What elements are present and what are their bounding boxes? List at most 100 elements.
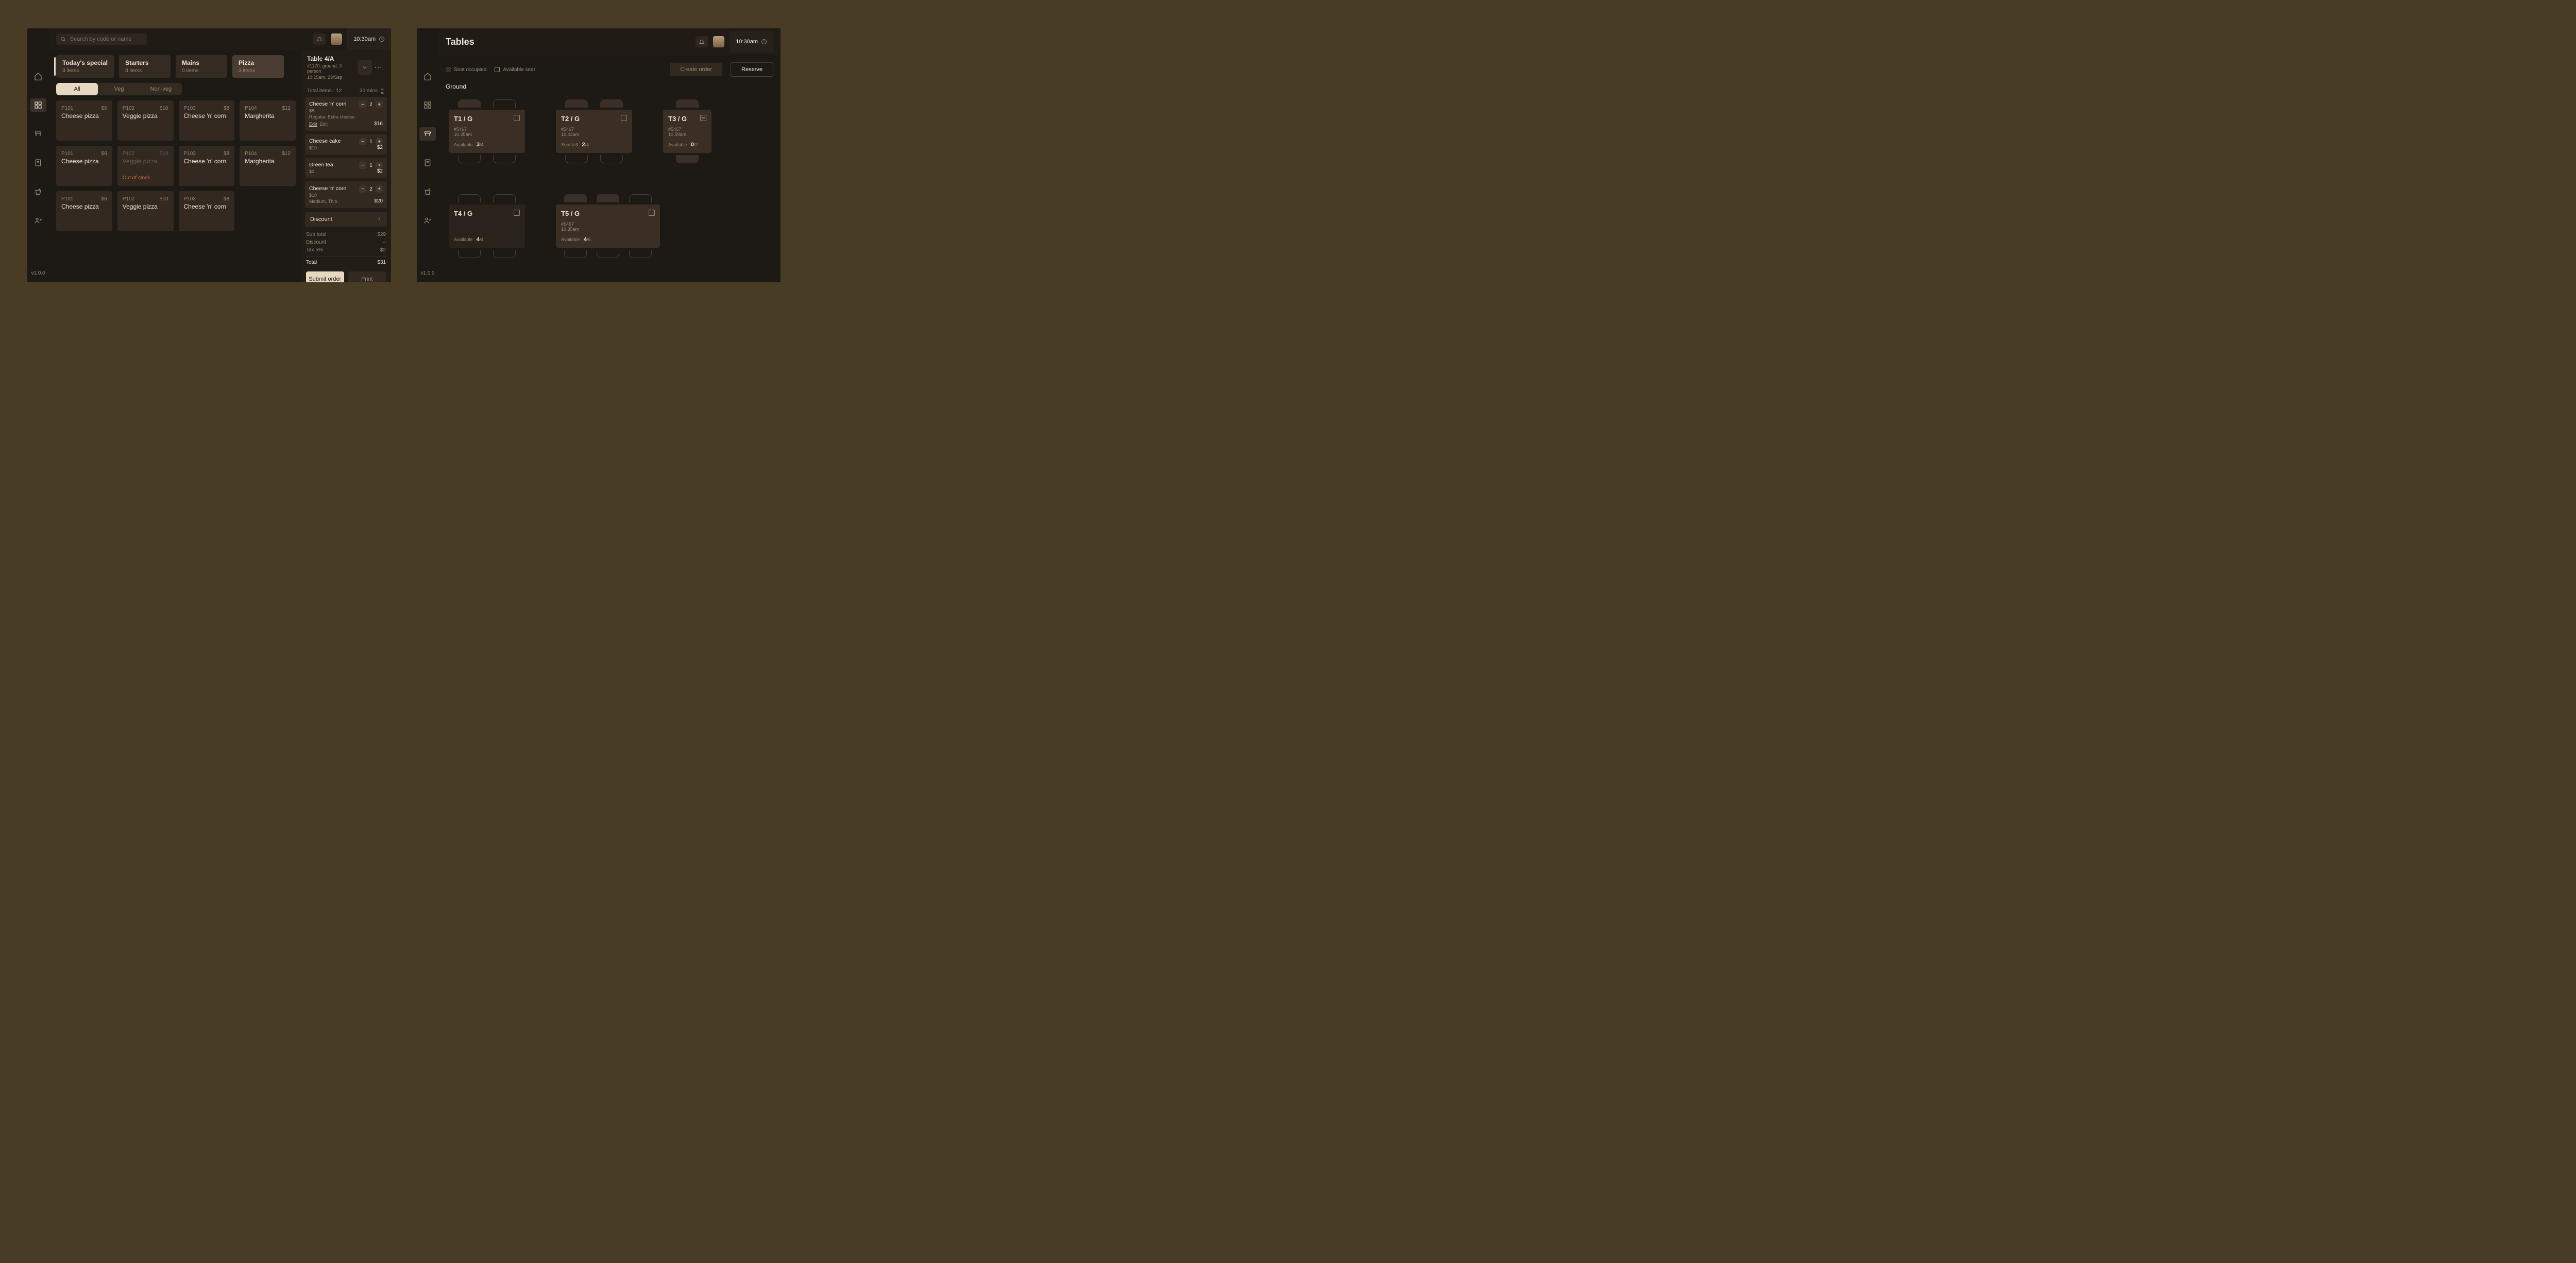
table-status: Available : 3/4 <box>454 142 484 148</box>
chair-icon <box>565 99 588 108</box>
table-status: Available : 4/6 <box>561 236 591 243</box>
nav-orders-icon[interactable] <box>30 156 46 169</box>
order-items: Cheese 'n' corn $8 Regular, Extra cheese… <box>301 97 391 208</box>
product-card[interactable]: P101 $6 Cheese pizza <box>56 100 112 141</box>
chair-icon <box>458 250 481 258</box>
avatar[interactable] <box>331 33 342 45</box>
qty-plus-button[interactable]: + <box>376 101 383 108</box>
table-name: T1 / G <box>454 115 520 123</box>
topbar: Tables 10:30am <box>438 28 781 55</box>
main-area: Tables 10:30am Seat occupied Available s… <box>438 28 781 282</box>
table-card[interactable]: T3 / G #5467 10.59am Available : 0/2 <box>663 110 711 153</box>
clock: 10:30am <box>347 28 391 50</box>
category-count: 3 items <box>62 68 108 74</box>
nav-staff-icon[interactable] <box>30 214 46 227</box>
qty-plus-button[interactable]: + <box>376 185 383 193</box>
create-order-button[interactable]: Create order <box>670 63 722 76</box>
product-card[interactable]: P103 $8 Cheese 'n' corn <box>179 146 235 186</box>
product-name: Cheese 'n' corn <box>184 203 230 210</box>
nav-home-icon[interactable] <box>419 70 436 83</box>
qty-minus-button[interactable]: − <box>359 162 366 169</box>
product-card[interactable]: P101 $6 Cheese pizza <box>56 146 112 186</box>
product-card[interactable]: P104 $12 Margherita <box>240 146 296 186</box>
notifications-button[interactable] <box>313 33 326 45</box>
search-box[interactable] <box>56 33 147 45</box>
edit-text[interactable]: Edit <box>320 122 328 127</box>
avatar[interactable] <box>713 36 724 47</box>
order-more-button[interactable]: ⋯ <box>372 62 385 73</box>
clock-time: 10:30am <box>736 39 758 45</box>
table-time: 10.59am <box>668 132 706 137</box>
nav-tables-icon[interactable] <box>419 127 436 141</box>
table-order-id: #5467 <box>668 127 706 132</box>
topbar: 10:30am <box>49 28 391 50</box>
order-item: Green tea $2 − 1 + $2 <box>305 158 387 178</box>
product-card[interactable]: P103 $8 Cheese 'n' corn <box>179 191 235 231</box>
category-tab[interactable]: Mains0 items <box>176 55 227 78</box>
print-button[interactable]: Print <box>348 271 386 282</box>
product-code: P103 <box>184 196 230 202</box>
product-code: P101 <box>61 106 107 111</box>
item-unit-price: $2 <box>309 169 383 174</box>
table-order-id: #5467 <box>454 127 520 132</box>
clock-time: 10:30am <box>353 36 376 42</box>
search-input[interactable] <box>69 36 143 43</box>
main-area: 10:30am Today's special3 itemsStarters3 … <box>49 28 391 282</box>
hourglass-icon <box>380 89 385 94</box>
chair-icon <box>458 99 481 108</box>
product-card[interactable]: P102 $10 Veggie pizza <box>117 191 174 231</box>
category-tab[interactable]: Pizza3 items <box>232 55 284 78</box>
product-card[interactable]: P103 $8 Cheese 'n' corn <box>179 100 235 141</box>
product-card[interactable]: P104 $12 Margherita <box>240 100 296 141</box>
item-line-total: $2 <box>377 145 383 150</box>
item-note: Medium, Thin <box>309 199 383 204</box>
nav-menu-icon[interactable] <box>30 98 46 112</box>
bell-icon <box>316 36 323 42</box>
product-price: $12 <box>282 106 291 111</box>
qty-minus-button[interactable]: − <box>359 101 366 108</box>
table[interactable]: T4 / G Available : 4/4 <box>449 194 525 258</box>
discount-row[interactable]: Discount <box>305 212 387 227</box>
table-card[interactable]: T1 / G #5467 10.35am Available : 3/4 <box>449 110 525 153</box>
table-card[interactable]: T2 / G #5467 10.42am Seat left : 2/4 <box>556 110 632 153</box>
bell-icon <box>699 39 705 45</box>
item-unit-price: $8 <box>309 108 383 113</box>
category-tab[interactable]: Starters3 items <box>119 55 171 78</box>
table[interactable]: T1 / G #5467 10.35am Available : 3/4 <box>449 99 525 163</box>
product-name: Cheese pizza <box>61 158 107 165</box>
qty-minus-button[interactable]: − <box>359 138 366 145</box>
nav-takeaway-icon[interactable] <box>419 185 436 198</box>
qty-plus-button[interactable]: + <box>376 138 383 145</box>
table-dropdown[interactable] <box>358 60 372 75</box>
table[interactable]: T2 / G #5467 10.42am Seat left : 2/4 <box>556 99 632 163</box>
reserve-button[interactable]: Reserve <box>731 62 773 77</box>
table[interactable]: T3 / G #5467 10.59am Available : 0/2 <box>663 99 711 163</box>
filter-all[interactable]: All <box>56 83 98 95</box>
nav-menu-icon[interactable] <box>419 98 436 112</box>
category-tab[interactable]: Today's special3 items <box>56 55 114 78</box>
category-title: Starters <box>125 59 164 66</box>
table[interactable]: T5 / G #5467 10.35am Available : 4/6 <box>556 194 660 258</box>
nav-orders-icon[interactable] <box>419 156 436 169</box>
submit-order-button[interactable]: Submit order <box>306 271 344 282</box>
product-card[interactable]: P102 $10 Veggie pizza <box>117 100 174 141</box>
table-card[interactable]: T5 / G #5467 10.35am Available : 4/6 <box>556 204 660 248</box>
product-name: Veggie pizza <box>123 203 168 210</box>
notifications-button[interactable] <box>696 36 708 47</box>
nav-home-icon[interactable] <box>30 70 46 83</box>
nav-staff-icon[interactable] <box>419 214 436 227</box>
diet-filter[interactable]: All Veg Non-veg <box>56 83 182 95</box>
filter-nonveg[interactable]: Non-veg <box>140 83 182 95</box>
edit-link[interactable]: Edit <box>309 122 317 127</box>
nav-tables-icon[interactable] <box>30 127 46 141</box>
qty-plus-button[interactable]: + <box>376 162 383 169</box>
catalog: Today's special3 itemsStarters3 itemsMai… <box>49 50 301 282</box>
chair-icon <box>597 194 619 202</box>
nav-takeaway-icon[interactable] <box>30 185 46 198</box>
product-card[interactable]: P101 $6 Cheese pizza <box>56 191 112 231</box>
table-status: Available : 4/4 <box>454 236 484 243</box>
table-card[interactable]: T4 / G Available : 4/4 <box>449 204 525 248</box>
qty-minus-button[interactable]: − <box>359 185 366 193</box>
total-items: Total items : 12 <box>307 88 342 94</box>
filter-veg[interactable]: Veg <box>98 83 140 95</box>
